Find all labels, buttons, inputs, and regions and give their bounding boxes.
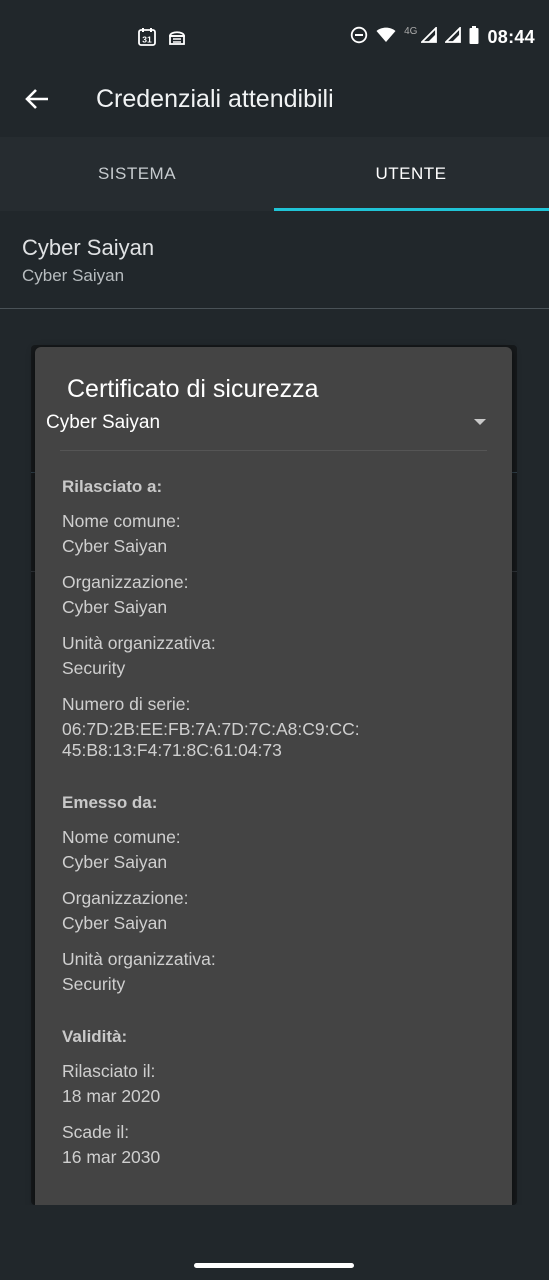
organization-value: Cyber Saiyan xyxy=(62,597,168,617)
app-bar: Credenziali attendibili xyxy=(0,74,549,136)
certificate-dialog: Certificato di sicurezza Cyber Saiyan Ri… xyxy=(35,347,512,1205)
issued-on-label: Rilasciato il: xyxy=(62,1061,156,1081)
org-unit-value: Security xyxy=(62,974,126,994)
issued-on-value: 18 mar 2020 xyxy=(62,1086,161,1106)
organization-value: Cyber Saiyan xyxy=(62,913,168,933)
tab-indicator xyxy=(274,208,549,211)
calendar-icon: 31 xyxy=(137,27,157,52)
credential-title: Cyber Saiyan xyxy=(22,235,155,260)
organization-label: Organizzazione: xyxy=(62,572,189,592)
serial-label: Numero di serie: xyxy=(62,694,191,714)
clock: 08:44 xyxy=(487,27,535,47)
common-name-value: Cyber Saiyan xyxy=(62,536,168,556)
common-name-label: Nome comune: xyxy=(62,827,181,847)
serial-value-line1: 06:7D:2B:EE:FB:7A:7D:7C:A8:C9:CC: xyxy=(62,719,360,739)
signal-icon xyxy=(420,25,438,48)
org-unit-label: Unità organizzativa: xyxy=(62,633,216,653)
common-name-value: Cyber Saiyan xyxy=(62,852,168,872)
network-type: 4G xyxy=(404,26,418,37)
back-button[interactable] xyxy=(22,86,54,118)
credential-subtitle: Cyber Saiyan xyxy=(22,266,125,285)
dnd-icon xyxy=(350,26,368,49)
dropdown-arrow-icon xyxy=(474,419,486,425)
common-name-label: Nome comune: xyxy=(62,511,181,531)
calendar-day: 31 xyxy=(142,35,152,45)
spinner-selected-value: Cyber Saiyan xyxy=(46,412,161,433)
serial-value-line2: 45:B8:13:F4:71:8C:61:04:73 xyxy=(62,740,282,760)
signal-icon xyxy=(444,25,462,48)
navigation-bar xyxy=(0,1205,549,1280)
org-unit-value: Security xyxy=(62,658,126,678)
issued-by-heading: Emesso da: xyxy=(62,793,158,812)
tab-bar: SISTEMA UTENTE xyxy=(0,137,549,211)
issued-to-heading: Rilasciato a: xyxy=(62,477,163,496)
expires-label: Scade il: xyxy=(62,1122,130,1142)
battery-icon xyxy=(469,26,479,49)
page-title: Credenziali attendibili xyxy=(96,85,334,113)
divider xyxy=(0,308,549,309)
validity-heading: Validità: xyxy=(62,1027,128,1046)
list-item[interactable]: Cyber Saiyan Cyber Saiyan xyxy=(0,214,549,308)
sim-manager-icon xyxy=(167,27,187,52)
org-unit-label: Unità organizzativa: xyxy=(62,949,216,969)
tab-sistema[interactable]: SISTEMA xyxy=(0,137,274,211)
status-bar: 31 4G 08:44 xyxy=(0,0,549,74)
organization-label: Organizzazione: xyxy=(62,888,189,908)
arrow-left-icon xyxy=(25,89,48,109)
gesture-handle[interactable] xyxy=(194,1263,354,1268)
expires-value: 16 mar 2030 xyxy=(62,1147,161,1167)
tab-utente[interactable]: UTENTE xyxy=(274,137,548,211)
spinner-divider xyxy=(60,450,487,451)
wifi-icon xyxy=(376,27,396,48)
certificate-spinner[interactable]: Cyber Saiyan xyxy=(35,399,512,449)
